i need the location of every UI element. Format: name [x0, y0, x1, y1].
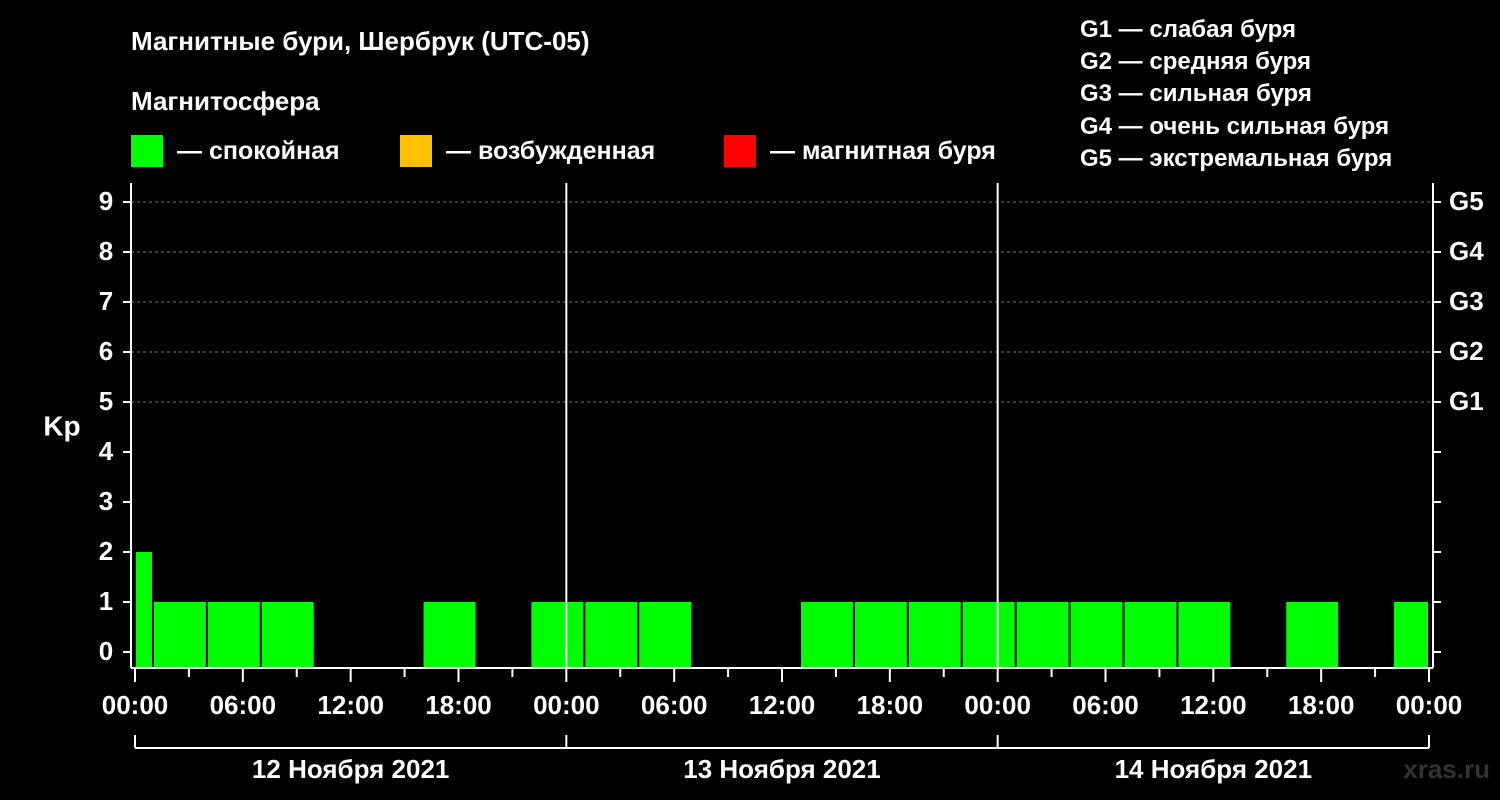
- right-tick-label: G2: [1449, 336, 1484, 366]
- right-tick-label: G4: [1449, 236, 1484, 266]
- y-axis-label: Kp: [43, 410, 80, 441]
- y-tick-label: 5: [99, 386, 113, 416]
- kp-bar: [531, 602, 584, 668]
- x-tick-label: 12:00: [749, 690, 816, 720]
- kp-bar: [1394, 602, 1428, 668]
- x-tick-label: 18:00: [857, 690, 924, 720]
- kp-bar: [585, 602, 638, 668]
- x-tick-label: 00:00: [533, 690, 600, 720]
- kp-bar: [1178, 602, 1231, 668]
- x-tick-label: 00:00: [964, 690, 1031, 720]
- kp-chart: Kp 0 1 2 3 4 5 6 7 8 9 G1 G2 G3 G4 G5 00:00 06:00 12:00 18…: [43, 183, 1484, 784]
- x-tick-label: 06:00: [641, 690, 708, 720]
- kp-bar: [153, 602, 206, 668]
- kp-bar: [908, 602, 961, 668]
- kp-bar: [962, 602, 1015, 668]
- x-tick-label: 00:00: [102, 690, 169, 720]
- kp-bar: [1286, 602, 1339, 668]
- y-tick-label: 8: [99, 236, 113, 266]
- y-tick-label: 2: [99, 536, 113, 566]
- x-tick-label: 18:00: [1288, 690, 1355, 720]
- kp-bar: [854, 602, 907, 668]
- kp-bar: [639, 602, 692, 668]
- y-tick-label: 9: [99, 186, 113, 216]
- y-tick-label: 1: [99, 586, 113, 616]
- kp-bar: [1232, 652, 1284, 668]
- x-tick-label: 06:00: [210, 690, 277, 720]
- y-tick-label: 3: [99, 486, 113, 516]
- kp-bar: [370, 652, 422, 668]
- right-tick-label: G3: [1449, 286, 1484, 316]
- x-tick-label: 12:00: [1180, 690, 1247, 720]
- kp-bar: [693, 652, 745, 668]
- day-label: 14 Ноября 2021: [1115, 754, 1312, 784]
- day-label: 13 Ноября 2021: [683, 754, 880, 784]
- kp-bar: [1070, 602, 1123, 668]
- right-tick-label: G5: [1449, 186, 1484, 216]
- x-tick-label: 12:00: [317, 690, 384, 720]
- y-tick-label: 7: [99, 286, 113, 316]
- day-label: 12 Ноября 2021: [252, 754, 449, 784]
- kp-bar: [747, 652, 799, 668]
- kp-bar: [316, 652, 368, 668]
- kp-bar: [1340, 652, 1392, 668]
- kp-bar: [1124, 602, 1177, 668]
- y-tick-label: 4: [99, 436, 114, 466]
- x-tick-label: 06:00: [1072, 690, 1139, 720]
- kp-bar: [1016, 602, 1069, 668]
- kp-bar: [423, 602, 476, 668]
- y-tick-label: 0: [99, 636, 113, 666]
- x-tick-label: 18:00: [425, 690, 492, 720]
- kp-bar: [477, 652, 529, 668]
- watermark: xras.ru: [1403, 754, 1490, 784]
- kp-bar: [136, 552, 152, 668]
- kp-bar: [207, 602, 260, 668]
- right-tick-label: G1: [1449, 386, 1484, 416]
- kp-bar: [800, 602, 853, 668]
- x-tick-label: 00:00: [1396, 690, 1463, 720]
- kp-bar: [261, 602, 314, 668]
- y-tick-label: 6: [99, 336, 113, 366]
